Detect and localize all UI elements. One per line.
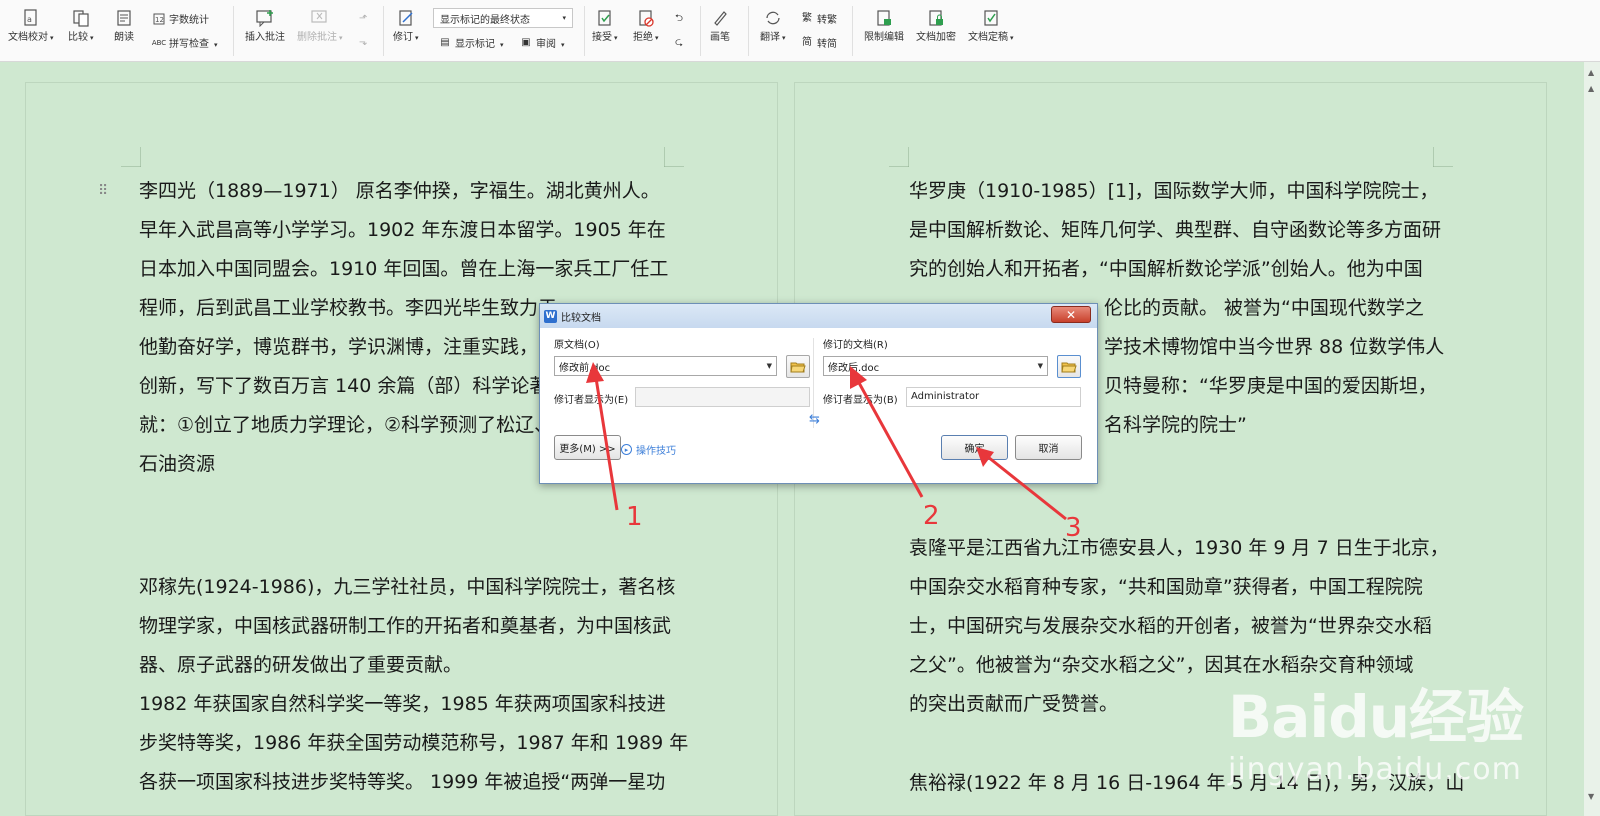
- next-change-button[interactable]: ⮎: [672, 36, 686, 54]
- author-input-right[interactable]: Administrator: [906, 387, 1081, 407]
- annotation-label-2: 2: [923, 501, 940, 531]
- prev-comment-button[interactable]: ⬏: [356, 12, 370, 30]
- next-comment-button[interactable]: ⬎: [356, 36, 370, 54]
- finalize-button[interactable]: 文档定稿 ▾: [968, 8, 1014, 44]
- ribbon-toolbar: a 文档校对 ▾ 比较 ▾ 朗读 12 字数统计 ABC 拼写检查 ▾ 插入批注 删除…: [0, 0, 1600, 62]
- review-pane-icon: ▣: [521, 37, 531, 48]
- next-change-icon: ⮎: [674, 37, 683, 48]
- prev-change-button[interactable]: ⮌: [672, 12, 686, 30]
- toolbar-separator: [383, 6, 384, 56]
- dialog-title: 比较文档: [561, 312, 601, 324]
- margin-corner-mark: [1433, 147, 1453, 167]
- margin-corner-mark: [664, 147, 684, 167]
- pen-icon: [710, 8, 730, 28]
- dialog-body: 原文档(O) 修改前.doc ▼ 修订者显示为(E) 修订的文档(R) 修改后.…: [540, 328, 1097, 483]
- scroll-down-icon[interactable]: ▼: [1588, 792, 1594, 801]
- wps-logo-icon: W: [544, 309, 557, 323]
- toolbar-separator: [584, 6, 585, 56]
- browse-revised-button[interactable]: [1057, 355, 1081, 378]
- reject-button[interactable]: 拒绝 ▾: [633, 8, 659, 44]
- restrict-edit-icon: [874, 8, 894, 28]
- translate-icon: [763, 8, 783, 28]
- read-aloud-icon: [114, 8, 134, 28]
- more-button[interactable]: 更多(M) >>: [554, 435, 621, 460]
- translate-button[interactable]: 翻译 ▾: [760, 8, 786, 44]
- revised-doc-label: 修订的文档(R): [823, 340, 888, 351]
- svg-text:12: 12: [155, 16, 164, 24]
- to-simplified-button[interactable]: 简 转简: [800, 36, 837, 54]
- folder-open-icon: [790, 362, 806, 372]
- show-markup-button[interactable]: ▤ 显示标记 ▾: [438, 36, 503, 54]
- prev-comment-icon: ⬏: [358, 13, 368, 24]
- delete-comment-button[interactable]: 删除批注 ▾: [297, 8, 343, 44]
- delete-comment-icon: [310, 8, 330, 28]
- word-count-icon: 12: [152, 12, 166, 26]
- insert-comment-icon: [255, 8, 275, 28]
- chevron-down-icon: ▾: [562, 14, 566, 22]
- toolbar-separator: [233, 6, 234, 56]
- to-traditional-button[interactable]: 繁 转繁: [800, 12, 837, 30]
- svg-text:a: a: [27, 15, 32, 24]
- revise-button[interactable]: 修订 ▾: [393, 8, 419, 44]
- drag-handle-icon[interactable]: ⠿: [98, 183, 108, 199]
- dialog-titlebar[interactable]: W 比较文档 ✕: [540, 304, 1097, 328]
- finalize-icon: [981, 8, 1001, 28]
- compare-documents-dialog: W 比较文档 ✕ 原文档(O) 修改前.doc ▼ 修订者显示为(E) 修订的文…: [539, 303, 1098, 484]
- swap-documents-icon[interactable]: ⇆: [809, 412, 820, 427]
- browse-original-button[interactable]: [786, 355, 810, 378]
- spell-check-button[interactable]: ABC 拼写检查 ▾: [152, 36, 218, 54]
- tips-link[interactable]: ▸ 操作技巧: [621, 442, 676, 457]
- baidu-jingyan-watermark: Baidu经验 jingyan.baidu.com: [1228, 683, 1524, 787]
- scroll-up-icon[interactable]: ▲: [1588, 84, 1594, 93]
- compare-icon: [71, 8, 91, 28]
- margin-corner-mark: [121, 147, 141, 167]
- word-count-button[interactable]: 12 字数统计: [152, 12, 209, 30]
- accept-button[interactable]: 接受 ▾: [592, 8, 618, 44]
- scroll-up-icon[interactable]: ▲: [1588, 68, 1594, 77]
- simplified-icon: 简: [802, 37, 812, 48]
- revised-doc-select[interactable]: 修改后.doc ▼: [823, 356, 1048, 376]
- paragraph-deng-jiaxian: 邓稼先(1924-1986)，九三学社社员，中国科学院院士，著名核 物理学家，中…: [139, 576, 689, 793]
- margin-corner-mark: [889, 147, 909, 167]
- doc-check-icon: a: [21, 8, 41, 28]
- tips-icon: ▸: [621, 444, 632, 455]
- doc-check-button[interactable]: a 文档校对 ▾: [8, 8, 54, 44]
- accept-icon: [595, 8, 615, 28]
- author-input-left[interactable]: [635, 387, 810, 407]
- revise-icon: [396, 8, 416, 28]
- toolbar-separator: [748, 6, 749, 56]
- insert-comment-button[interactable]: 插入批注: [245, 8, 285, 44]
- lock-icon: [926, 8, 946, 28]
- vertical-scrollbar[interactable]: ▲ ▲ ▼: [1584, 62, 1600, 816]
- restrict-edit-button[interactable]: 限制编辑: [864, 8, 904, 44]
- chevron-down-icon: ▼: [766, 362, 772, 370]
- author-label-right: 修订者显示为(B): [823, 395, 898, 406]
- folder-open-icon: [1061, 362, 1077, 372]
- next-comment-icon: ⬎: [358, 37, 368, 48]
- read-aloud-button[interactable]: 朗读: [114, 8, 134, 44]
- close-button[interactable]: ✕: [1051, 306, 1091, 323]
- review-pane-button[interactable]: ▣ 审阅 ▾: [519, 36, 564, 54]
- spell-check-icon: ABC: [151, 39, 167, 47]
- traditional-icon: 繁: [802, 13, 812, 24]
- original-doc-label: 原文档(O): [554, 340, 600, 351]
- annotation-label-3: 3: [1065, 513, 1082, 543]
- ok-button[interactable]: 确定: [941, 435, 1008, 460]
- chevron-down-icon: ▼: [1037, 362, 1043, 370]
- author-label-left: 修订者显示为(E): [554, 395, 629, 406]
- compare-button[interactable]: 比较 ▾: [68, 8, 94, 44]
- close-icon: ✕: [1065, 307, 1077, 322]
- pen-button[interactable]: 画笔: [710, 8, 730, 44]
- prev-change-icon: ⮌: [674, 13, 683, 24]
- annotation-label-1: 1: [626, 502, 643, 532]
- reject-icon: [636, 8, 656, 28]
- markup-state-select[interactable]: 显示标记的最终状态 ▾: [433, 8, 573, 28]
- toolbar-separator: [852, 6, 853, 56]
- toolbar-separator: [700, 6, 701, 56]
- show-markup-icon: ▤: [440, 37, 450, 48]
- cancel-button[interactable]: 取消: [1015, 435, 1082, 460]
- original-doc-select[interactable]: 修改前.doc ▼: [554, 356, 777, 376]
- encrypt-button[interactable]: 文档加密: [916, 8, 956, 44]
